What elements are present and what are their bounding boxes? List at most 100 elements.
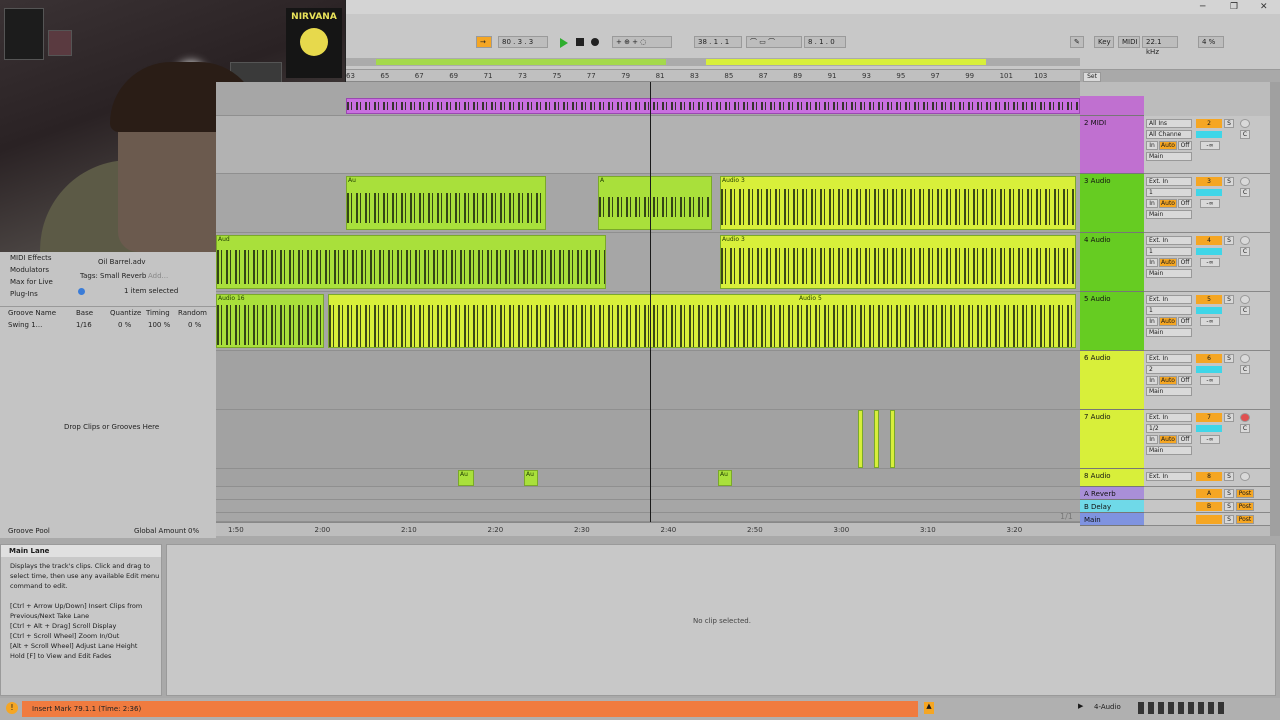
track-lane-5-audio[interactable]: Audio 16 Audio 5 [216, 292, 1080, 351]
set-locator-button[interactable]: Set [1083, 72, 1101, 82]
send-a-value[interactable]: -∞ [1200, 258, 1220, 267]
volume-slider[interactable] [1196, 366, 1222, 373]
track-header-name[interactable]: 3 Audio [1080, 174, 1144, 233]
send-a-value[interactable]: -∞ [1200, 317, 1220, 326]
arm-button[interactable] [1240, 413, 1250, 422]
browser-category[interactable]: Modulators [10, 266, 49, 274]
volume-slider[interactable] [1196, 131, 1222, 138]
solo-button[interactable]: S [1224, 177, 1234, 186]
audio-clip[interactable]: Au [718, 470, 732, 486]
post-button[interactable]: Post [1236, 502, 1254, 511]
volume-slider[interactable] [1196, 425, 1222, 432]
return-lane-delay[interactable] [216, 500, 1080, 513]
track-activator[interactable]: 6 [1196, 354, 1222, 363]
monitor-in-button[interactable]: In [1146, 376, 1158, 385]
track-header-name[interactable]: 2 MIDI [1080, 116, 1144, 174]
monitor-in-button[interactable]: In [1146, 317, 1158, 326]
track-header-name[interactable]: 4 Audio [1080, 233, 1144, 292]
global-amount-value[interactable]: 0% [188, 527, 199, 535]
track-activator[interactable]: 2 [1196, 119, 1222, 128]
add-tag-button[interactable]: Add... [148, 272, 168, 280]
track-lane-6-audio[interactable] [216, 351, 1080, 410]
track-header-name[interactable]: 8 Audio [1080, 469, 1144, 487]
monitor-off-button[interactable]: Off [1178, 435, 1192, 444]
pan-control[interactable]: C [1240, 247, 1250, 256]
pan-control[interactable]: C [1240, 424, 1250, 433]
input-type-select[interactable]: Ext. In [1146, 295, 1192, 304]
input-channel-select[interactable]: 1 [1146, 247, 1192, 256]
solo-button[interactable]: S [1224, 119, 1234, 128]
draw-mode-controls[interactable]: ⌒ ▭ ⌒ [746, 36, 802, 48]
audio-clip[interactable]: A [598, 176, 712, 230]
monitor-auto-button[interactable]: Auto [1159, 199, 1177, 208]
track-activator[interactable]: 7 [1196, 413, 1222, 422]
close-button[interactable]: ✕ [1260, 2, 1268, 12]
output-select[interactable]: Main [1146, 210, 1192, 219]
browser-category[interactable]: Max for Live [10, 278, 53, 286]
return-activator[interactable]: A [1196, 489, 1222, 498]
tag-chip[interactable]: Small Reverb [100, 272, 146, 280]
send-a-value[interactable]: -∞ [1200, 199, 1220, 208]
monitor-off-button[interactable]: Off [1178, 317, 1192, 326]
arm-button[interactable] [1240, 177, 1250, 186]
monitor-in-button[interactable]: In [1146, 435, 1158, 444]
solo-button[interactable]: S [1224, 472, 1234, 481]
groove-name[interactable]: Swing 1... [8, 321, 42, 329]
main-lane[interactable] [216, 513, 1080, 522]
track-activator[interactable]: 8 [1196, 472, 1222, 481]
pan-control[interactable]: C [1240, 365, 1250, 374]
input-channel-select[interactable]: 1/2 [1146, 424, 1192, 433]
browser-category[interactable]: MIDI Effects [10, 254, 52, 262]
volume-slider[interactable] [1196, 307, 1222, 314]
return-lane-reverb[interactable] [216, 487, 1080, 500]
solo-button[interactable]: S [1224, 489, 1234, 498]
arm-button[interactable] [1240, 119, 1250, 128]
monitor-off-button[interactable]: Off [1178, 258, 1192, 267]
monitor-auto-button[interactable]: Auto [1159, 258, 1177, 267]
key-map-button[interactable]: Key [1094, 36, 1114, 48]
input-channel-select[interactable]: All Channe [1146, 130, 1192, 139]
groove-drop-zone[interactable]: Drop Clips or Grooves Here [64, 423, 159, 431]
solo-button[interactable]: S [1224, 413, 1234, 422]
midi-clip[interactable] [346, 98, 1080, 114]
output-select[interactable]: Main [1146, 446, 1192, 455]
bar-ruler[interactable]: 63 65 67 69 71 73 75 77 79 81 83 85 87 89 91 93 95 97 99 10… [346, 70, 1080, 82]
minimize-button[interactable]: ─ [1200, 2, 1205, 12]
play-button[interactable] [560, 38, 568, 48]
volume-slider[interactable] [1196, 189, 1222, 196]
solo-button[interactable]: S [1224, 502, 1234, 511]
post-button[interactable]: Post [1236, 489, 1254, 498]
arrangement-view[interactable]: Au A Audio 3 Aud Audio 3 Audio 16 Audio … [216, 82, 1080, 522]
monitor-in-button[interactable]: In [1146, 258, 1158, 267]
input-type-select[interactable]: Ext. In [1146, 177, 1192, 186]
vertical-scrollbar[interactable] [1270, 82, 1280, 536]
volume-slider[interactable] [1196, 248, 1222, 255]
return-activator[interactable]: B [1196, 502, 1222, 511]
monitor-off-button[interactable]: Off [1178, 141, 1192, 150]
loop-start-field[interactable]: 38 . 1 . 1 [694, 36, 742, 48]
pan-control[interactable]: C [1240, 306, 1250, 315]
input-type-select[interactable]: All Ins [1146, 119, 1192, 128]
track-header-1[interactable] [1080, 96, 1144, 116]
arm-button[interactable] [1240, 236, 1250, 245]
pencil-icon[interactable]: ✎ [1070, 36, 1084, 48]
loop-length-field[interactable]: 8 . 1 . 0 [804, 36, 846, 48]
pan-control[interactable]: C [1240, 188, 1250, 197]
solo-button[interactable]: S [1224, 515, 1234, 524]
arm-button[interactable] [1240, 354, 1250, 363]
output-select[interactable]: Main [1146, 269, 1192, 278]
audio-clip[interactable]: Au [524, 470, 538, 486]
output-select[interactable]: Main [1146, 328, 1192, 337]
audio-clip[interactable]: Au [458, 470, 474, 486]
time-ruler[interactable]: 1:50 2:00 2:10 2:20 2:30 2:40 2:50 3:00 3:10 3:20 [216, 522, 1080, 536]
play-arrow-icon[interactable]: ▶ [1078, 702, 1083, 710]
input-type-select[interactable]: Ext. In [1146, 236, 1192, 245]
arrangement-overview[interactable] [346, 58, 1080, 66]
return-track-name[interactable]: A Reverb [1080, 487, 1144, 500]
track-header-name[interactable]: 7 Audio [1080, 410, 1144, 469]
input-channel-select[interactable]: 1 [1146, 306, 1192, 315]
solo-button[interactable]: S [1224, 236, 1234, 245]
send-a-value[interactable]: -∞ [1200, 435, 1220, 444]
return-track-name[interactable]: Main [1080, 513, 1144, 526]
input-channel-select[interactable]: 1 [1146, 188, 1192, 197]
